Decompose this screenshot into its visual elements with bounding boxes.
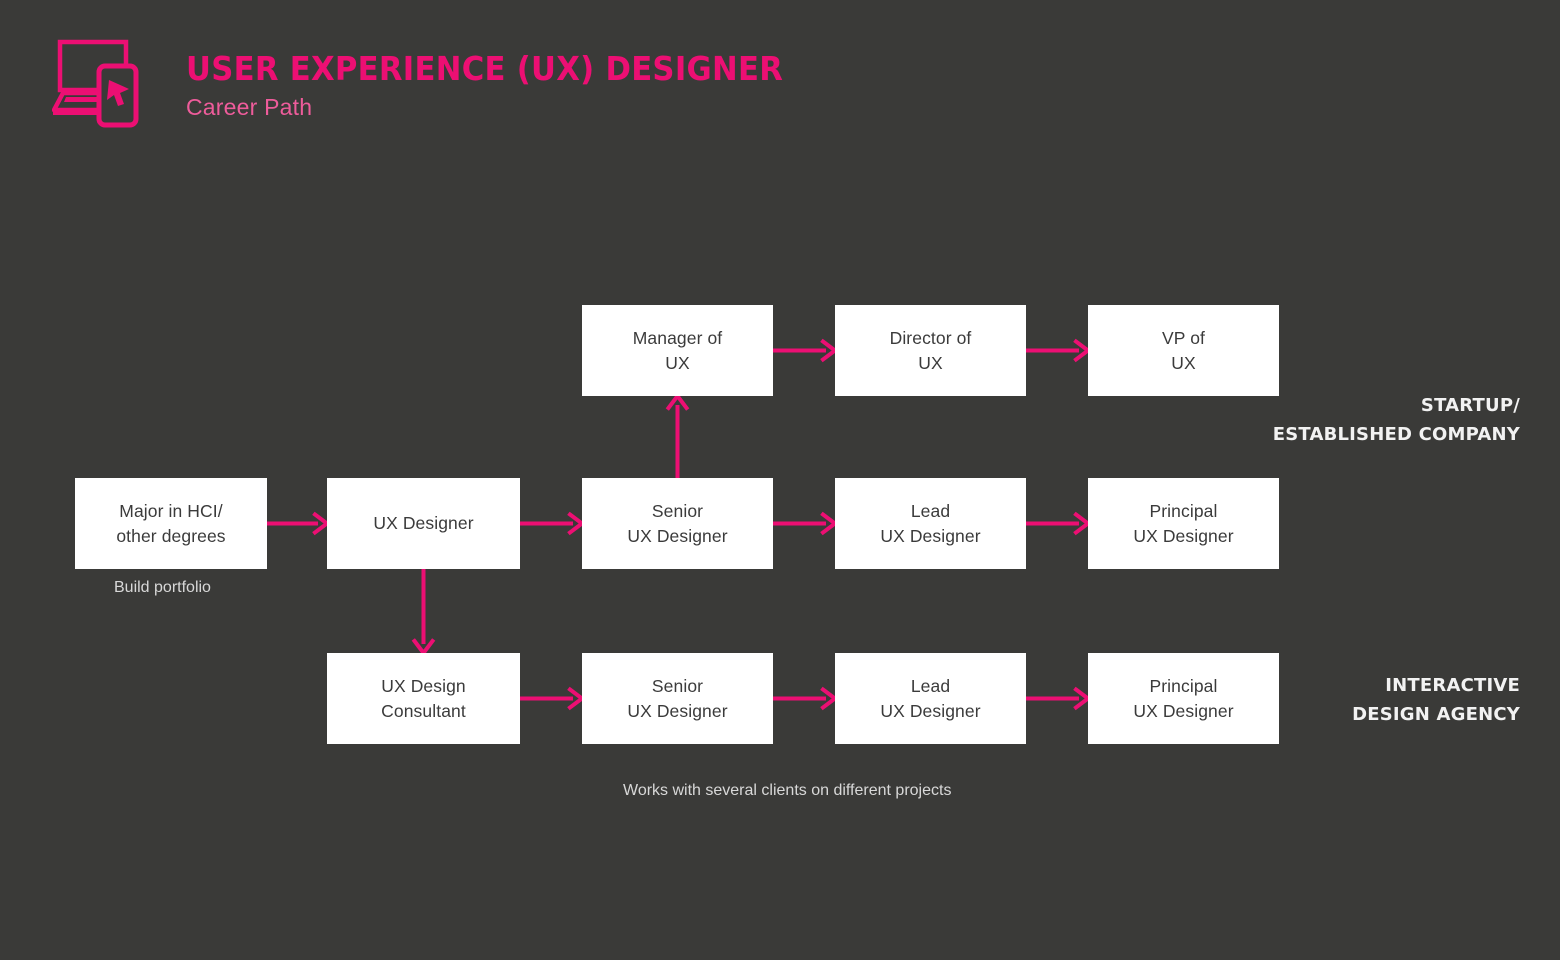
arrow-consultant-to-senior-ux-agency (520, 686, 586, 711)
arrow-manager-ux-to-director-ux (773, 338, 839, 363)
arrow-lead-ux-corp-to-principal-ux-corp (1026, 511, 1092, 536)
node-lead-ux-corp[interactable]: Lead UX Designer (835, 478, 1026, 569)
node-director-ux[interactable]: Director of UX (835, 305, 1026, 396)
caption-build-portfolio: Build portfolio (114, 579, 211, 596)
arrow-ux-designer-to-senior-ux-corp (520, 511, 586, 536)
node-vp-ux[interactable]: VP of UX (1088, 305, 1279, 396)
node-consultant[interactable]: UX Design Consultant (327, 653, 520, 744)
arrow-senior-ux-agency-to-lead-ux-agency (773, 686, 839, 711)
node-principal-ux-corp[interactable]: Principal UX Designer (1088, 478, 1279, 569)
caption-several-clients: Works with several clients on different … (623, 782, 952, 799)
node-principal-ux-agency[interactable]: Principal UX Designer (1088, 653, 1279, 744)
arrow-lead-ux-agency-to-principal-ux-agency (1026, 686, 1092, 711)
arrow-ux-designer-to-consultant (411, 569, 436, 657)
arrow-major-to-ux-designer (267, 511, 331, 536)
arrow-senior-ux-corp-to-lead-ux-corp (773, 511, 839, 536)
arrow-senior-ux-corp-to-manager-ux (665, 392, 690, 478)
track-label-startup: STARTUP/ ESTABLISHED COMPANY (1272, 395, 1520, 446)
node-ux-designer[interactable]: UX Designer (327, 478, 520, 569)
career-path-diagram: Major in HCI/ other degrees UX Designer Ma… (0, 0, 1560, 960)
node-manager-ux[interactable]: Manager of UX (582, 305, 773, 396)
node-senior-ux-corp[interactable]: Senior UX Designer (582, 478, 773, 569)
arrow-director-ux-to-vp-ux (1026, 338, 1092, 363)
node-senior-ux-agency[interactable]: Senior UX Designer (582, 653, 773, 744)
node-major[interactable]: Major in HCI/ other degrees (75, 478, 267, 569)
node-lead-ux-agency[interactable]: Lead UX Designer (835, 653, 1026, 744)
track-label-agency: INTERACTIVE DESIGN AGENCY (1352, 675, 1520, 726)
